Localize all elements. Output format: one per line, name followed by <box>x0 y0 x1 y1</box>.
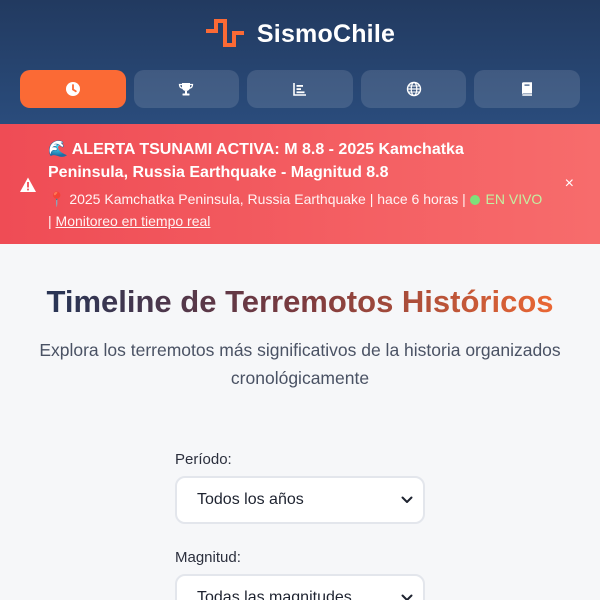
book-icon <box>522 82 533 96</box>
alert-location: 📍 2025 Kamchatka Peninsula, Russia Earth… <box>48 191 366 207</box>
live-indicator: EN VIVO <box>469 191 542 207</box>
tab-guide[interactable] <box>474 70 580 108</box>
magnitude-select-value: Todas las magnitudes <box>197 589 352 600</box>
chevron-down-icon <box>401 594 413 600</box>
tab-timeline[interactable] <box>20 70 126 108</box>
realtime-monitor-link[interactable]: Monitoreo en tiempo real <box>56 213 211 229</box>
magnitude-label: Magnitud: <box>175 549 241 566</box>
tab-world[interactable] <box>360 70 467 108</box>
nav-tabs <box>20 70 580 108</box>
trophy-icon <box>179 83 194 96</box>
brand[interactable]: SismoChile <box>0 18 600 50</box>
alert-title: 🌊 ALERTA TSUNAMI ACTIVA: M 8.8 - 2025 Ka… <box>48 141 464 181</box>
seismograph-logo-icon <box>205 19 244 47</box>
alert-details: 📍 2025 Kamchatka Peninsula, Russia Earth… <box>48 191 543 229</box>
period-label: Período: <box>175 451 232 468</box>
period-select-value: Todos los años <box>197 491 304 508</box>
alert-time: hace 6 horas <box>377 191 459 207</box>
bar-chart-icon <box>293 83 306 96</box>
tsunami-alert-banner: 🌊 ALERTA TSUNAMI ACTIVA: M 8.8 - 2025 Ka… <box>0 124 600 244</box>
live-dot-icon <box>469 195 480 205</box>
filters-panel: Período: Todos los años Magnitud: Todas … <box>175 450 425 600</box>
period-select[interactable]: Todos los años <box>175 476 425 524</box>
chevron-down-icon <box>401 496 413 503</box>
app-header: SismoChile <box>0 0 600 124</box>
close-icon[interactable]: × <box>565 174 574 194</box>
tab-ranking[interactable] <box>133 70 240 108</box>
magnitude-select[interactable]: Todas las magnitudes <box>175 574 425 600</box>
clock-icon <box>65 82 80 96</box>
app-name: SismoChile <box>256 19 396 48</box>
globe-icon <box>406 81 421 97</box>
tab-statistics[interactable] <box>247 70 353 108</box>
page-title: Timeline de Terremotos Históricos <box>0 284 600 320</box>
timeline-section: Timeline de Terremotos Históricos Explor… <box>0 244 600 600</box>
page-subtitle: Explora los terremotos más significativo… <box>39 340 561 388</box>
warning-icon <box>20 177 36 192</box>
